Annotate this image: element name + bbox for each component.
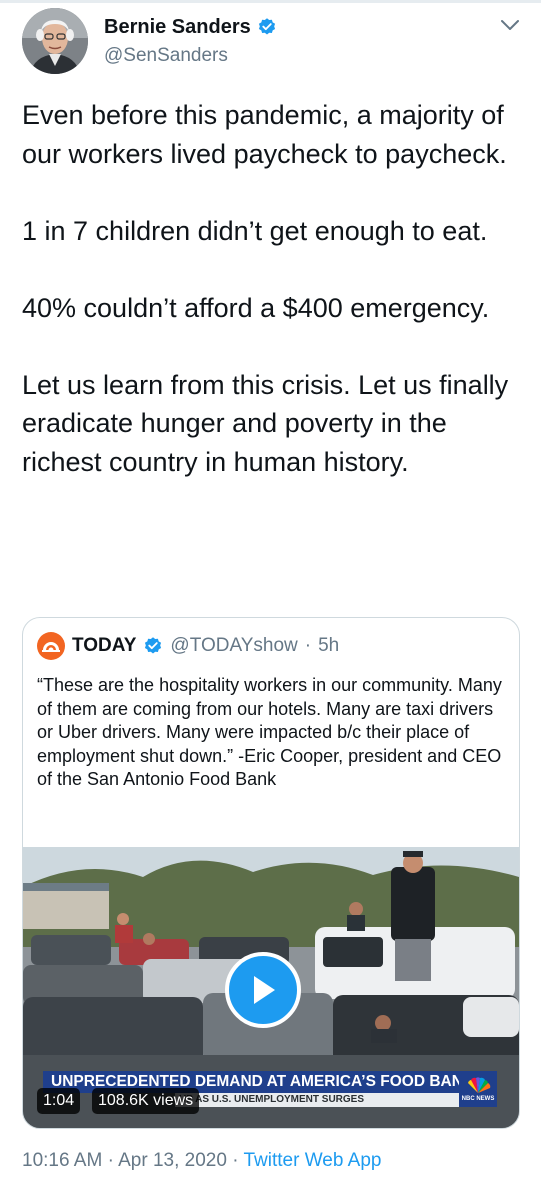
video-duration: 1:04: [37, 1088, 81, 1114]
author-name-row[interactable]: Bernie Sanders: [104, 14, 277, 40]
play-button[interactable]: [225, 952, 301, 1028]
separator-dot: ·: [107, 1150, 114, 1171]
video-view-count: 108.6K views: [92, 1088, 200, 1114]
tweet-text: Even before this pandemic, a majority of…: [22, 100, 509, 477]
tweet-time[interactable]: 10:16 AM: [22, 1150, 102, 1171]
tweet-date[interactable]: Apr 13, 2020: [118, 1150, 227, 1171]
author-name[interactable]: Bernie Sanders: [104, 14, 251, 40]
quoted-tweet-time[interactable]: 5h: [318, 634, 339, 658]
separator-dot: ·: [304, 635, 312, 656]
tweet-metadata: 10:16 AM · Apr 13, 2020 · Twitter Web Ap…: [22, 1149, 381, 1173]
verified-badge-icon: [258, 18, 275, 35]
today-sunrise-logo: [37, 632, 65, 660]
verified-badge-icon: [145, 637, 162, 654]
video-subchyron: UP AS U.S. UNEMPLOYMENT SURGES: [175, 1093, 459, 1107]
quoted-author-handle[interactable]: @TODAYshow: [170, 634, 297, 658]
video-player[interactable]: UNPRECEDENTED DEMAND AT AMERICA’S FOOD B…: [23, 847, 519, 1128]
separator-dot: ·: [232, 1150, 239, 1171]
avatar[interactable]: [22, 8, 88, 74]
nbc-logo-box: NBC NEWS: [459, 1071, 497, 1107]
top-divider: [0, 0, 541, 3]
author-handle[interactable]: @SenSanders: [104, 45, 277, 67]
nbc-news-label: NBC NEWS: [461, 1095, 495, 1102]
quoted-tweet-text: “These are the hospitality workers in ou…: [37, 675, 502, 789]
author-block: Bernie Sanders @SenSanders: [104, 14, 277, 67]
nbc-peacock-logo: [468, 1076, 491, 1093]
tweet-source-link[interactable]: Twitter Web App: [243, 1150, 381, 1171]
quoted-tweet-header: TODAY @TODAYshow · 5h: [37, 632, 339, 660]
quoted-author-name[interactable]: TODAY: [72, 634, 136, 658]
avatar-photo: [22, 8, 88, 74]
chevron-down-icon[interactable]: [499, 18, 521, 32]
quoted-tweet-card[interactable]: TODAY @TODAYshow · 5h “These are the hos…: [22, 617, 520, 1129]
play-icon: [254, 976, 275, 1004]
